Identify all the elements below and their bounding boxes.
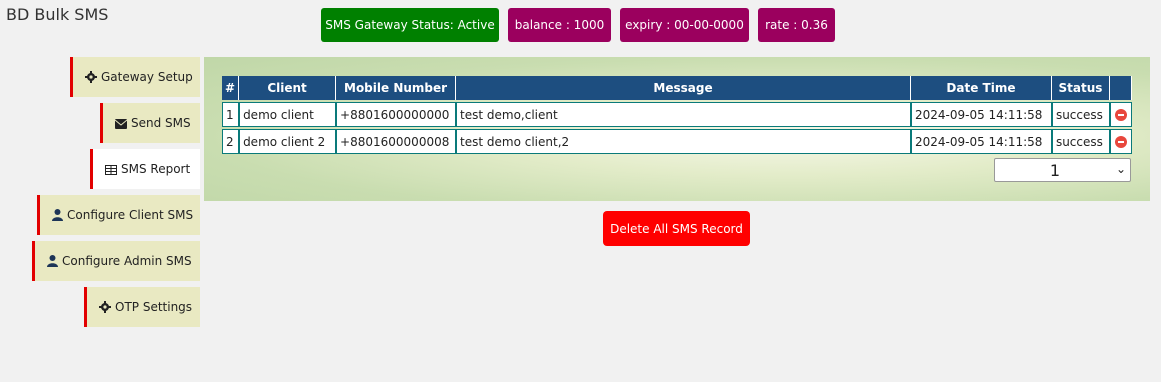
remove-icon[interactable] [1114,109,1127,121]
column-header: Mobile Number [336,76,457,100]
envelope-icon [114,119,128,129]
cell-datetime: 2024-09-05 14:11:58 [910,129,1052,154]
column-header: Date Time [910,76,1052,100]
sms-report-table: # Client Mobile Number Message Date Time… [222,76,1132,154]
cell-status: success [1051,129,1110,154]
cell-status: success [1051,102,1110,127]
expiry-badge: expiry : 00-00-0000 [620,8,749,42]
sidebar-item-label: Gateway Setup [101,70,193,84]
report-panel: # Client Mobile Number Message Date Time… [204,57,1150,201]
remove-icon[interactable] [1114,136,1127,148]
page-select-value: 1 [1049,161,1061,180]
table-icon [105,165,117,175]
gear-icon [99,301,111,313]
user-icon [52,209,63,221]
rate-badge: rate : 0.36 [758,8,835,42]
cell-action [1109,129,1132,154]
sidebar-item-label: Configure Admin SMS [62,254,192,268]
cell-client: demo client [239,102,337,127]
cell-mobile: +8801600000000 [336,102,457,127]
sidebar-item-configure-admin-sms[interactable]: Configure Admin SMS [32,241,200,281]
table-row: 1 demo client +8801600000000 test demo,c… [222,102,1132,127]
page-select[interactable]: 1 ⌄ [994,158,1131,182]
sidebar-item-label: Configure Client SMS [67,208,194,222]
sidebar-item-label: SMS Report [121,162,191,176]
sidebar-item-send-sms[interactable]: Send SMS [100,103,200,143]
delete-all-sms-button[interactable]: Delete All SMS Record [603,211,750,246]
cell-mobile: +8801600000008 [336,129,457,154]
sidebar-item-sms-report[interactable]: SMS Report [90,149,200,189]
table-row: 2 demo client 2 +8801600000008 test demo… [222,129,1132,154]
cell-action [1109,102,1132,127]
gear-icon [85,71,97,83]
column-header: Message [456,76,911,100]
user-icon [47,255,58,267]
cell-num: 2 [222,129,240,154]
column-header: # [222,76,240,100]
cell-client: demo client 2 [239,129,337,154]
balance-badge: balance : 1000 [508,8,611,42]
column-header: Status [1051,76,1110,100]
sidebar-item-otp-settings[interactable]: OTP Settings [84,287,200,327]
app-title: BD Bulk SMS [6,5,109,24]
column-header [1109,76,1132,100]
table-header-row: # Client Mobile Number Message Date Time… [222,76,1132,100]
sidebar-item-configure-client-sms[interactable]: Configure Client SMS [37,195,200,235]
chevron-down-icon: ⌄ [1115,162,1126,176]
cell-message: test demo,client [456,102,911,127]
sidebar-item-label: Send SMS [131,116,191,130]
gateway-status-badge: SMS Gateway Status: Active [321,8,499,42]
column-header: Client [239,76,337,100]
sidebar-item-label: OTP Settings [115,300,193,314]
cell-message: test demo client,2 [456,129,911,154]
cell-datetime: 2024-09-05 14:11:58 [910,102,1052,127]
sidebar-item-gateway-setup[interactable]: Gateway Setup [70,57,200,97]
cell-num: 1 [222,102,240,127]
